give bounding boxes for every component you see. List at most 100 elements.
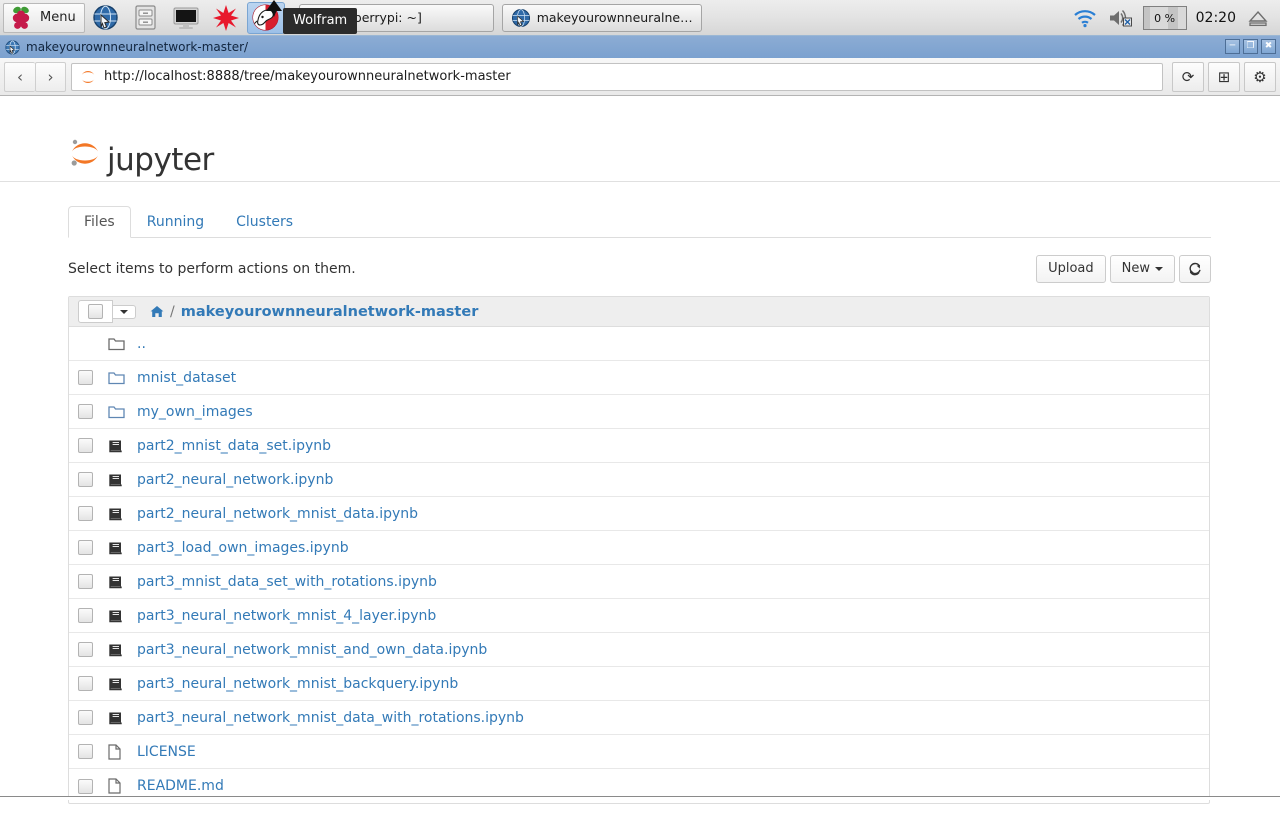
row-checkbox[interactable]: [78, 744, 93, 760]
row-checkbox-cell[interactable]: [78, 472, 108, 488]
row-checkbox[interactable]: [78, 710, 93, 726]
list-item-link[interactable]: README.md: [137, 778, 224, 794]
launcher-terminal[interactable]: [167, 2, 205, 34]
list-item-name[interactable]: part2_mnist_data_set.ipynb: [137, 438, 331, 454]
tab-files[interactable]: Files: [68, 205, 131, 238]
list-item-link[interactable]: part3_neural_network_mnist_backquery.ipy…: [137, 676, 458, 692]
list-item-name[interactable]: README.md: [137, 778, 224, 794]
list-item[interactable]: LICENSE: [69, 735, 1209, 770]
list-item[interactable]: part3_neural_network_mnist_data_with_rot…: [69, 701, 1209, 736]
settings-gear-icon[interactable]: ⚙: [1244, 61, 1276, 92]
row-checkbox[interactable]: [78, 778, 93, 794]
list-item[interactable]: part2_neural_network.ipynb: [69, 463, 1209, 498]
row-checkbox[interactable]: [78, 642, 93, 658]
raspberry-menu-button[interactable]: Menu: [3, 2, 85, 33]
row-checkbox-cell[interactable]: [78, 778, 108, 794]
breadcrumb-path[interactable]: makeyourownneuralnetwork-master: [181, 304, 479, 320]
list-item-name[interactable]: part2_neural_network.ipynb: [137, 472, 333, 488]
refresh-button[interactable]: [1179, 255, 1211, 284]
new-dropdown-button[interactable]: New: [1109, 255, 1175, 284]
cpu-usage-meter[interactable]: 0 %: [1142, 6, 1187, 30]
list-item-name[interactable]: part3_load_own_images.ipynb: [137, 540, 349, 556]
list-item-name[interactable]: part3_neural_network_mnist_data_with_rot…: [137, 710, 524, 726]
list-item-name[interactable]: ..: [137, 336, 146, 352]
list-item-link[interactable]: my_own_images: [137, 404, 253, 420]
list-item-name[interactable]: LICENSE: [137, 744, 196, 760]
launcher-file-manager[interactable]: [127, 2, 165, 34]
volume-muted-icon[interactable]: [1107, 8, 1133, 28]
list-item-name[interactable]: part3_neural_network_mnist_and_own_data.…: [137, 642, 487, 658]
close-icon[interactable]: ✖: [1261, 39, 1276, 54]
upload-button[interactable]: Upload: [1036, 255, 1106, 284]
row-checkbox-cell[interactable]: [78, 438, 108, 454]
maximize-icon[interactable]: ❐: [1243, 39, 1258, 54]
eject-icon[interactable]: [1247, 8, 1269, 28]
row-checkbox-cell[interactable]: [78, 676, 108, 692]
list-item-link[interactable]: LICENSE: [137, 744, 196, 760]
row-checkbox[interactable]: [78, 608, 93, 624]
row-checkbox-cell[interactable]: [78, 744, 108, 760]
home-icon[interactable]: [150, 305, 164, 318]
reload-icon[interactable]: ⟳: [1172, 61, 1204, 92]
list-item-name[interactable]: my_own_images: [137, 404, 253, 420]
list-item-name[interactable]: part3_neural_network_mnist_backquery.ipy…: [137, 676, 458, 692]
tab-running[interactable]: Running: [131, 206, 220, 238]
tab-clusters[interactable]: Clusters: [220, 206, 309, 238]
row-checkbox-cell[interactable]: [78, 404, 108, 420]
list-item[interactable]: part3_load_own_images.ipynb: [69, 531, 1209, 566]
row-checkbox[interactable]: [78, 472, 93, 488]
list-item[interactable]: part3_neural_network_mnist_4_layer.ipynb: [69, 599, 1209, 634]
row-checkbox[interactable]: [78, 438, 93, 454]
list-item-link[interactable]: part3_load_own_images.ipynb: [137, 540, 349, 556]
list-item[interactable]: mnist_dataset: [69, 361, 1209, 396]
list-item[interactable]: part2_neural_network_mnist_data.ipynb: [69, 497, 1209, 532]
list-item-link[interactable]: part3_mnist_data_set_with_rotations.ipyn…: [137, 574, 437, 590]
list-item-link[interactable]: ..: [137, 336, 146, 352]
minimize-icon[interactable]: ─: [1225, 39, 1240, 54]
row-checkbox[interactable]: [78, 506, 93, 522]
taskbar-window-browser[interactable]: makeyourownneuralnetwor...: [501, 3, 702, 32]
row-checkbox-cell[interactable]: [78, 506, 108, 522]
row-checkbox[interactable]: [78, 540, 93, 556]
forward-button[interactable]: ›: [35, 61, 66, 92]
jupyter-logo[interactable]: jupyter: [68, 136, 214, 178]
launcher-mathematica[interactable]: [207, 2, 245, 34]
row-checkbox-cell[interactable]: [78, 710, 108, 726]
list-item-name[interactable]: mnist_dataset: [137, 370, 236, 386]
notebook-icon: [108, 711, 137, 725]
list-item[interactable]: part3_neural_network_mnist_and_own_data.…: [69, 633, 1209, 668]
row-checkbox[interactable]: [78, 370, 93, 386]
list-item-link[interactable]: part2_neural_network.ipynb: [137, 472, 333, 488]
address-bar[interactable]: http://localhost:8888/tree/makeyourownne…: [71, 62, 1163, 91]
select-all-checkbox[interactable]: [88, 304, 103, 320]
list-item[interactable]: part3_neural_network_mnist_backquery.ipy…: [69, 667, 1209, 702]
new-tab-icon[interactable]: ⊞: [1208, 61, 1240, 92]
list-item-link[interactable]: part3_neural_network_mnist_4_layer.ipynb: [137, 608, 436, 624]
list-item-name[interactable]: part2_neural_network_mnist_data.ipynb: [137, 506, 418, 522]
list-item-name[interactable]: part3_mnist_data_set_with_rotations.ipyn…: [137, 574, 437, 590]
list-item-link[interactable]: part2_mnist_data_set.ipynb: [137, 438, 331, 454]
row-checkbox[interactable]: [78, 574, 93, 590]
select-all-checkbox-wrapper[interactable]: [78, 300, 113, 324]
row-checkbox-cell[interactable]: [78, 608, 108, 624]
list-item[interactable]: ..: [69, 327, 1209, 362]
taskbar-clock[interactable]: 02:20: [1196, 10, 1236, 26]
list-item[interactable]: part2_mnist_data_set.ipynb: [69, 429, 1209, 464]
list-item[interactable]: my_own_images: [69, 395, 1209, 430]
list-item-link[interactable]: part2_neural_network_mnist_data.ipynb: [137, 506, 418, 522]
row-checkbox-cell[interactable]: [78, 642, 108, 658]
select-all-dropdown[interactable]: [113, 304, 136, 319]
list-item-link[interactable]: part3_neural_network_mnist_data_with_rot…: [137, 710, 524, 726]
row-checkbox-cell[interactable]: [78, 370, 108, 386]
list-item[interactable]: part3_mnist_data_set_with_rotations.ipyn…: [69, 565, 1209, 600]
list-item-name[interactable]: part3_neural_network_mnist_4_layer.ipynb: [137, 608, 436, 624]
wifi-icon[interactable]: [1073, 8, 1097, 28]
row-checkbox-cell[interactable]: [78, 574, 108, 590]
row-checkbox-cell[interactable]: [78, 540, 108, 556]
row-checkbox[interactable]: [78, 676, 93, 692]
list-item-link[interactable]: mnist_dataset: [137, 370, 236, 386]
launcher-web-browser[interactable]: [87, 2, 125, 34]
back-button[interactable]: ‹: [4, 61, 35, 92]
list-item-link[interactable]: part3_neural_network_mnist_and_own_data.…: [137, 642, 487, 658]
row-checkbox[interactable]: [78, 404, 93, 420]
